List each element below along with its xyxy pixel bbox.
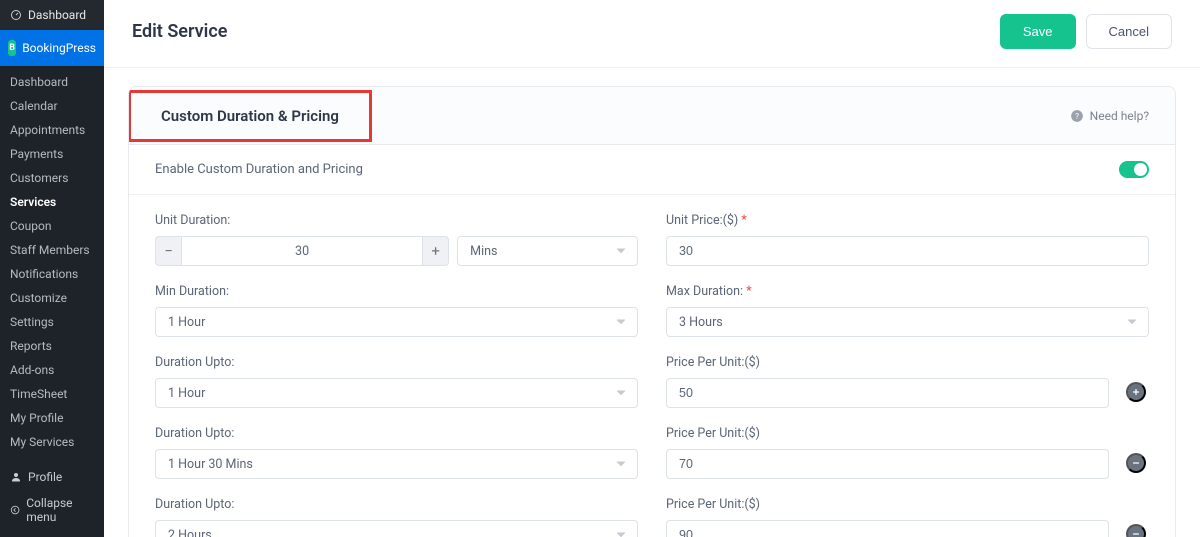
- question-icon: ?: [1070, 109, 1084, 123]
- unit-duration-label: Unit Duration:: [155, 213, 638, 228]
- max-duration-label: Max Duration: *: [666, 284, 1149, 299]
- unit-duration-value[interactable]: 30: [181, 236, 423, 266]
- sidebar-item-services[interactable]: Services: [0, 190, 104, 214]
- page-title: Edit Service: [132, 21, 227, 42]
- sidebar-item-settings[interactable]: Settings: [0, 310, 104, 334]
- sidebar-item-timesheet[interactable]: TimeSheet: [0, 382, 104, 406]
- sidebar-plugin-bookingpress[interactable]: B BookingPress: [0, 30, 104, 66]
- remove-tier-button[interactable]: [1126, 524, 1146, 537]
- enable-toggle-row: Enable Custom Duration and Pricing: [129, 145, 1175, 195]
- enable-toggle[interactable]: [1119, 161, 1149, 178]
- sidebar-footer: Profile Collapse menu: [0, 458, 104, 537]
- sidebar-plugin-label: BookingPress: [22, 41, 96, 55]
- sidebar-item-payments[interactable]: Payments: [0, 142, 104, 166]
- sidebar-item-my-profile[interactable]: My Profile: [0, 406, 104, 430]
- add-tier-button[interactable]: [1126, 382, 1146, 402]
- save-button[interactable]: Save: [1000, 14, 1076, 49]
- tier-price-input[interactable]: [666, 520, 1109, 537]
- price-per-unit-label: Price Per Unit:($): [666, 497, 1109, 512]
- bookingpress-icon: B: [8, 40, 16, 56]
- unit-duration-increment[interactable]: +: [423, 236, 449, 266]
- min-duration-label: Min Duration:: [155, 284, 638, 299]
- sidebar-top-label: Dashboard: [28, 8, 86, 22]
- tier-duration-value: 2 Hours: [168, 528, 212, 537]
- user-icon: [10, 471, 22, 483]
- price-per-unit-label: Price Per Unit:($): [666, 426, 1109, 441]
- collapse-icon: [10, 504, 20, 516]
- tier-price-input[interactable]: [666, 449, 1109, 479]
- page-header: Edit Service Save Cancel: [104, 0, 1200, 68]
- highlighted-title: Custom Duration & Pricing: [128, 90, 372, 142]
- sidebar-menu: Dashboard Calendar Appointments Payments…: [0, 66, 104, 458]
- svg-text:?: ?: [1075, 110, 1079, 120]
- min-duration-value: 1 Hour: [168, 315, 205, 330]
- sidebar-profile[interactable]: Profile: [0, 464, 104, 490]
- tier-duration-select[interactable]: 1 Hour 30 Mins: [155, 449, 638, 479]
- sidebar-top-dashboard[interactable]: Dashboard: [0, 0, 104, 30]
- tier-duration-value: 1 Hour 30 Mins: [168, 457, 253, 472]
- max-duration-select[interactable]: 3 Hours: [666, 307, 1149, 337]
- tier-duration-select[interactable]: 2 Hours: [155, 520, 638, 537]
- unit-duration-stepper: − 30 +: [155, 236, 449, 266]
- sidebar-item-customize[interactable]: Customize: [0, 286, 104, 310]
- unit-price-label: Unit Price:($) *: [666, 213, 1149, 228]
- sidebar-item-reports[interactable]: Reports: [0, 334, 104, 358]
- tier-duration-select[interactable]: 1 Hour: [155, 378, 638, 408]
- duration-upto-label: Duration Upto:: [155, 355, 638, 370]
- sidebar-collapse-label: Collapse menu: [26, 496, 94, 524]
- sidebar-item-dashboard[interactable]: Dashboard: [0, 70, 104, 94]
- unit-duration-unit-select[interactable]: Mins: [457, 236, 638, 266]
- card-title: Custom Duration & Pricing: [161, 107, 339, 125]
- sidebar-item-coupon[interactable]: Coupon: [0, 214, 104, 238]
- card-header: Custom Duration & Pricing ? Need help?: [129, 87, 1175, 145]
- unit-price-input[interactable]: [666, 236, 1149, 266]
- form-body: Unit Duration: − 30 + Mins: [129, 195, 1175, 537]
- tier-price-input[interactable]: [666, 378, 1109, 408]
- sidebar-item-calendar[interactable]: Calendar: [0, 94, 104, 118]
- main-content: Edit Service Save Cancel Custom Duration…: [104, 0, 1200, 537]
- gauge-icon: [10, 9, 22, 21]
- duration-upto-label: Duration Upto:: [155, 497, 638, 512]
- minus-icon: [1131, 529, 1141, 537]
- sidebar-item-customers[interactable]: Customers: [0, 166, 104, 190]
- sidebar-collapse[interactable]: Collapse menu: [0, 490, 104, 530]
- sidebar-item-my-services[interactable]: My Services: [0, 430, 104, 454]
- duration-upto-label: Duration Upto:: [155, 426, 638, 441]
- cancel-button[interactable]: Cancel: [1086, 14, 1172, 49]
- need-help-link[interactable]: ? Need help?: [1070, 109, 1149, 123]
- admin-sidebar: Dashboard B BookingPress Dashboard Calen…: [0, 0, 104, 537]
- remove-tier-button[interactable]: [1126, 453, 1146, 473]
- sidebar-item-staff-members[interactable]: Staff Members: [0, 238, 104, 262]
- enable-label: Enable Custom Duration and Pricing: [155, 162, 363, 177]
- tier-duration-value: 1 Hour: [168, 386, 205, 401]
- max-duration-value: 3 Hours: [679, 315, 723, 330]
- unit-duration-decrement[interactable]: −: [155, 236, 181, 266]
- sidebar-item-addons[interactable]: Add-ons: [0, 358, 104, 382]
- price-per-unit-label: Price Per Unit:($): [666, 355, 1109, 370]
- sidebar-item-notifications[interactable]: Notifications: [0, 262, 104, 286]
- unit-duration-unit-value: Mins: [470, 244, 497, 259]
- minus-icon: [1131, 458, 1141, 468]
- plus-icon: [1131, 387, 1141, 397]
- sidebar-profile-label: Profile: [28, 470, 62, 484]
- need-help-label: Need help?: [1090, 109, 1149, 123]
- sidebar-item-appointments[interactable]: Appointments: [0, 118, 104, 142]
- min-duration-select[interactable]: 1 Hour: [155, 307, 638, 337]
- custom-duration-card: Custom Duration & Pricing ? Need help? E…: [128, 86, 1176, 537]
